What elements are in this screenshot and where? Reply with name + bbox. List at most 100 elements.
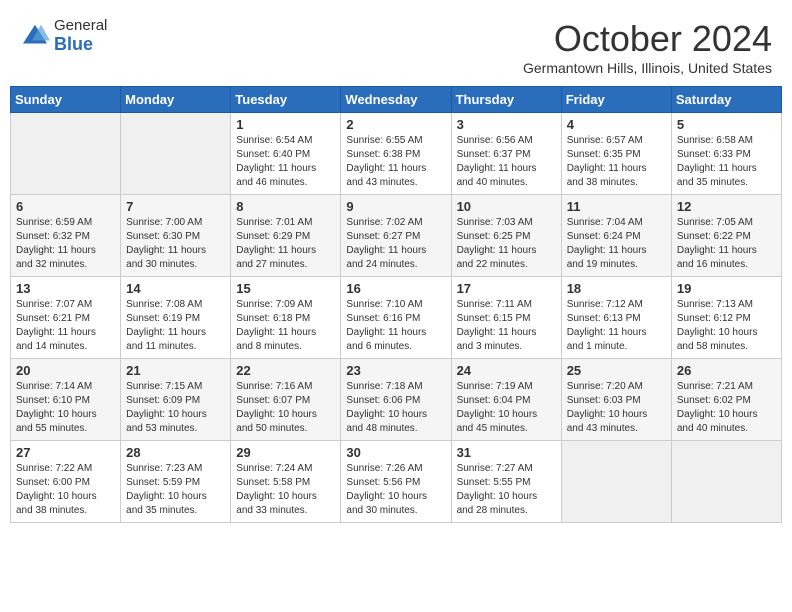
day-info: Sunrise: 7:22 AMSunset: 6:00 PMDaylight:…: [16, 462, 115, 518]
week-row-4: 20 Sunrise: 7:14 AMSunset: 6:10 PMDayligh…: [11, 359, 782, 441]
day-number: 15: [236, 281, 335, 296]
logo-icon: [20, 21, 50, 51]
day-number: 20: [16, 363, 115, 378]
day-cell: 28 Sunrise: 7:23 AMSunset: 5:59 PMDayligh…: [121, 441, 231, 523]
day-info: Sunrise: 7:12 AMSunset: 6:13 PMDaylight:…: [567, 298, 666, 354]
day-number: 5: [677, 117, 776, 132]
day-info: Sunrise: 7:10 AMSunset: 6:16 PMDaylight:…: [346, 298, 445, 354]
day-number: 1: [236, 117, 335, 132]
day-number: 11: [567, 199, 666, 214]
calendar-table: SundayMondayTuesdayWednesdayThursdayFrid…: [10, 86, 782, 523]
week-row-3: 13Sunrise: 7:07 AMSunset: 6:21 PMDayligh…: [11, 277, 782, 359]
day-number: 3: [457, 117, 556, 132]
day-cell: [121, 113, 231, 195]
day-number: 24: [457, 363, 556, 378]
day-cell: 21Sunrise: 7:15 AMSunset: 6:09 PMDayligh…: [121, 359, 231, 441]
day-cell: 9 Sunrise: 7:02 AMSunset: 6:27 PMDaylight…: [341, 195, 451, 277]
day-cell: 31Sunrise: 7:27 AMSunset: 5:55 PMDayligh…: [451, 441, 561, 523]
day-number: 27: [16, 445, 115, 460]
day-cell: 2 Sunrise: 6:55 AMSunset: 6:38 PMDaylight…: [341, 113, 451, 195]
day-info: Sunrise: 7:04 AMSunset: 6:24 PMDaylight:…: [567, 216, 666, 272]
column-header-saturday: Saturday: [671, 87, 781, 113]
logo: General Blue: [20, 18, 107, 54]
day-info: Sunrise: 7:24 AMSunset: 5:58 PMDaylight:…: [236, 462, 335, 518]
calendar-header: SundayMondayTuesdayWednesdayThursdayFrid…: [11, 87, 782, 113]
day-cell: [11, 113, 121, 195]
day-number: 12: [677, 199, 776, 214]
day-cell: 16 Sunrise: 7:10 AMSunset: 6:16 PMDayligh…: [341, 277, 451, 359]
day-info: Sunrise: 7:21 AMSunset: 6:02 PMDaylight:…: [677, 380, 776, 436]
day-info: Sunrise: 7:05 AMSunset: 6:22 PMDaylight:…: [677, 216, 776, 272]
month-title: October 2024: [523, 18, 772, 60]
day-info: Sunrise: 7:07 AMSunset: 6:21 PMDaylight:…: [16, 298, 115, 354]
column-header-wednesday: Wednesday: [341, 87, 451, 113]
week-row-2: 6 Sunrise: 6:59 AMSunset: 6:32 PMDaylight…: [11, 195, 782, 277]
title-block: October 2024 Germantown Hills, Illinois,…: [523, 18, 772, 76]
week-row-1: 1 Sunrise: 6:54 AMSunset: 6:40 PMDaylight…: [11, 113, 782, 195]
day-number: 21: [126, 363, 225, 378]
day-cell: 13Sunrise: 7:07 AMSunset: 6:21 PMDayligh…: [11, 277, 121, 359]
day-info: Sunrise: 7:26 AMSunset: 5:56 PMDaylight:…: [346, 462, 445, 518]
day-info: Sunrise: 6:56 AMSunset: 6:37 PMDaylight:…: [457, 134, 556, 190]
day-number: 29: [236, 445, 335, 460]
day-cell: [671, 441, 781, 523]
logo-general-text: General: [54, 18, 107, 35]
day-info: Sunrise: 6:54 AMSunset: 6:40 PMDaylight:…: [236, 134, 335, 190]
day-cell: 6 Sunrise: 6:59 AMSunset: 6:32 PMDaylight…: [11, 195, 121, 277]
day-info: Sunrise: 6:57 AMSunset: 6:35 PMDaylight:…: [567, 134, 666, 190]
day-cell: 3 Sunrise: 6:56 AMSunset: 6:37 PMDaylight…: [451, 113, 561, 195]
day-cell: 23Sunrise: 7:18 AMSunset: 6:06 PMDayligh…: [341, 359, 451, 441]
day-number: 16: [346, 281, 445, 296]
day-number: 9: [346, 199, 445, 214]
day-number: 8: [236, 199, 335, 214]
day-info: Sunrise: 7:02 AMSunset: 6:27 PMDaylight:…: [346, 216, 445, 272]
column-header-monday: Monday: [121, 87, 231, 113]
day-number: 18: [567, 281, 666, 296]
day-number: 4: [567, 117, 666, 132]
day-cell: 4 Sunrise: 6:57 AMSunset: 6:35 PMDaylight…: [561, 113, 671, 195]
day-cell: 17Sunrise: 7:11 AMSunset: 6:15 PMDayligh…: [451, 277, 561, 359]
header-row: SundayMondayTuesdayWednesdayThursdayFrid…: [11, 87, 782, 113]
day-number: 28: [126, 445, 225, 460]
day-number: 17: [457, 281, 556, 296]
day-info: Sunrise: 7:01 AMSunset: 6:29 PMDaylight:…: [236, 216, 335, 272]
day-cell: 5Sunrise: 6:58 AMSunset: 6:33 PMDaylight…: [671, 113, 781, 195]
column-header-sunday: Sunday: [11, 87, 121, 113]
column-header-tuesday: Tuesday: [231, 87, 341, 113]
day-cell: 24 Sunrise: 7:19 AMSunset: 6:04 PMDayligh…: [451, 359, 561, 441]
day-info: Sunrise: 7:00 AMSunset: 6:30 PMDaylight:…: [126, 216, 225, 272]
day-cell: 25 Sunrise: 7:20 AMSunset: 6:03 PMDayligh…: [561, 359, 671, 441]
day-number: 26: [677, 363, 776, 378]
day-info: Sunrise: 7:09 AMSunset: 6:18 PMDaylight:…: [236, 298, 335, 354]
day-info: Sunrise: 7:23 AMSunset: 5:59 PMDaylight:…: [126, 462, 225, 518]
day-number: 19: [677, 281, 776, 296]
day-number: 10: [457, 199, 556, 214]
day-info: Sunrise: 6:59 AMSunset: 6:32 PMDaylight:…: [16, 216, 115, 272]
day-info: Sunrise: 7:16 AMSunset: 6:07 PMDaylight:…: [236, 380, 335, 436]
day-number: 22: [236, 363, 335, 378]
day-info: Sunrise: 6:55 AMSunset: 6:38 PMDaylight:…: [346, 134, 445, 190]
day-cell: 19Sunrise: 7:13 AMSunset: 6:12 PMDayligh…: [671, 277, 781, 359]
location-subtitle: Germantown Hills, Illinois, United State…: [523, 60, 772, 76]
day-cell: 12 Sunrise: 7:05 AMSunset: 6:22 PMDayligh…: [671, 195, 781, 277]
day-number: 23: [346, 363, 445, 378]
day-cell: 27 Sunrise: 7:22 AMSunset: 6:00 PMDayligh…: [11, 441, 121, 523]
day-cell: [561, 441, 671, 523]
day-cell: 8 Sunrise: 7:01 AMSunset: 6:29 PMDaylight…: [231, 195, 341, 277]
day-cell: 10Sunrise: 7:03 AMSunset: 6:25 PMDayligh…: [451, 195, 561, 277]
calendar-body: 1 Sunrise: 6:54 AMSunset: 6:40 PMDaylight…: [11, 113, 782, 523]
day-number: 30: [346, 445, 445, 460]
day-number: 7: [126, 199, 225, 214]
day-info: Sunrise: 7:20 AMSunset: 6:03 PMDaylight:…: [567, 380, 666, 436]
day-cell: 1 Sunrise: 6:54 AMSunset: 6:40 PMDaylight…: [231, 113, 341, 195]
day-number: 25: [567, 363, 666, 378]
day-info: Sunrise: 7:19 AMSunset: 6:04 PMDaylight:…: [457, 380, 556, 436]
day-number: 2: [346, 117, 445, 132]
day-number: 6: [16, 199, 115, 214]
day-cell: 15 Sunrise: 7:09 AMSunset: 6:18 PMDayligh…: [231, 277, 341, 359]
day-info: Sunrise: 7:27 AMSunset: 5:55 PMDaylight:…: [457, 462, 556, 518]
day-cell: 11 Sunrise: 7:04 AMSunset: 6:24 PMDayligh…: [561, 195, 671, 277]
day-info: Sunrise: 7:14 AMSunset: 6:10 PMDaylight:…: [16, 380, 115, 436]
day-cell: 18 Sunrise: 7:12 AMSunset: 6:13 PMDayligh…: [561, 277, 671, 359]
day-cell: 14Sunrise: 7:08 AMSunset: 6:19 PMDayligh…: [121, 277, 231, 359]
